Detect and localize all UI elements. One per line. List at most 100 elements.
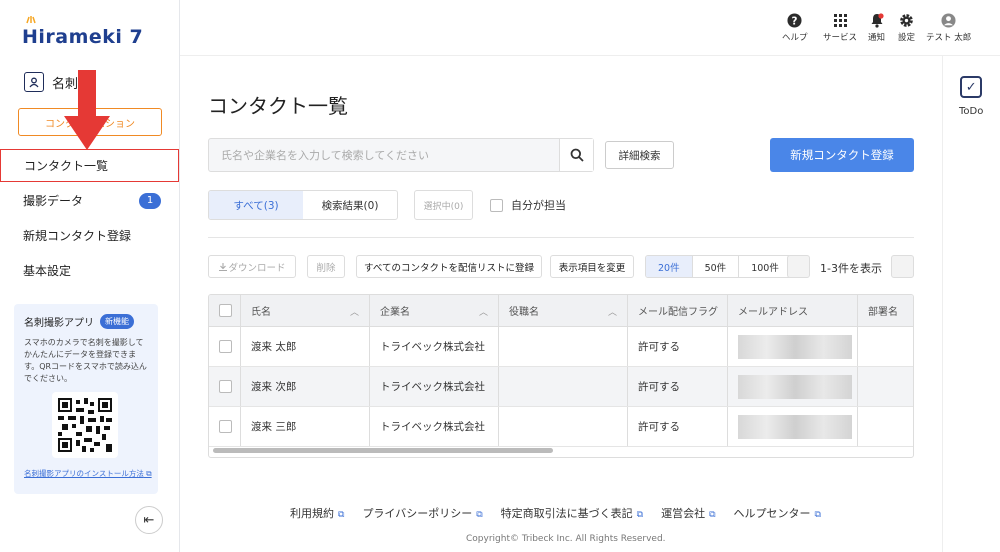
brand-logo[interactable]: Hirameki 7 — [22, 16, 143, 52]
app-promo-panel: 名刺撮影アプリ 新機能 スマホのカメラで名刺を撮影してかんたんにデータを登録でき… — [14, 304, 158, 494]
table-row[interactable]: 渡来 三郎 トライベック株式会社 許可する — [209, 407, 913, 447]
services-label: サービス — [823, 33, 858, 43]
external-link-icon: ⧉ — [709, 510, 716, 520]
external-link-icon: ⧉ — [476, 510, 483, 520]
cell-mail-flag: 許可する — [628, 367, 728, 406]
cell-department — [858, 367, 913, 406]
footer-link-privacy[interactable]: プライバシーポリシー ⧉ — [362, 505, 482, 521]
app-promo-description: スマホのカメラで名刺を撮影してかんたんにデータを登録できます。QRコードをスマホ… — [24, 338, 147, 383]
help-button[interactable]: ? ヘルプ — [782, 12, 808, 43]
cell-mail-flag: 許可する — [628, 327, 728, 366]
sidebar-item-contacts[interactable]: コンタクト一覧 — [0, 149, 179, 182]
footer-link-commerce-law[interactable]: 特定商取引法に基づく表記 ⧉ — [501, 505, 643, 521]
cell-email — [728, 367, 858, 406]
new-feature-badge: 新機能 — [100, 314, 134, 329]
change-columns-button[interactable]: 表示項目を変更 — [550, 255, 634, 278]
detail-search-button[interactable]: 詳細検索 — [605, 141, 674, 169]
column-header-email[interactable]: メールアドレス — [728, 295, 858, 326]
cell-email — [728, 407, 858, 446]
cell-name[interactable]: 渡来 三郎 — [241, 407, 370, 446]
collapse-sidebar-button[interactable]: ⇤ — [135, 506, 163, 534]
cell-title — [499, 367, 628, 406]
footer-link-help-center[interactable]: ヘルプセンター ⧉ — [734, 505, 821, 521]
blurred-email — [738, 374, 852, 399]
sidebar-item-scan-data[interactable]: 撮影データ 1 — [0, 184, 179, 217]
next-page-button[interactable] — [891, 255, 914, 278]
app-install-link[interactable]: 名刺撮影アプリのインストール方法 ⧉ — [24, 468, 152, 479]
row-checkbox[interactable] — [219, 380, 232, 393]
top-bar: ? ヘルプ サービス 通知 設定 テスト 太郎 — [180, 0, 1000, 56]
sort-icon: ︿ — [349, 308, 359, 318]
select-all-checkbox[interactable] — [219, 304, 232, 317]
footer-link-terms[interactable]: 利用規約 ⧉ — [290, 505, 344, 521]
sidebar-item-settings[interactable]: 基本設定 — [0, 254, 179, 287]
row-select-cell — [209, 407, 241, 446]
footer-link-company[interactable]: 運営会社 ⧉ — [661, 505, 715, 521]
column-header-mail-flag[interactable]: メール配信フラグ — [628, 295, 728, 326]
count-badge: 1 — [139, 192, 161, 209]
app-promo-header: 名刺撮影アプリ 新機能 — [24, 314, 148, 329]
tab-all[interactable]: すべて(3) — [209, 191, 303, 219]
page-size-20[interactable]: 20件 — [646, 256, 693, 277]
select-all-cell — [209, 295, 241, 326]
user-icon — [941, 12, 957, 28]
row-select-cell — [209, 367, 241, 406]
blurred-email — [738, 414, 852, 439]
prev-page-button[interactable] — [787, 255, 810, 278]
cell-department — [858, 327, 913, 366]
help-label: ヘルプ — [782, 33, 808, 43]
column-header-title[interactable]: 役職名 ︿ — [499, 295, 628, 326]
app-promo-title: 名刺撮影アプリ — [24, 318, 94, 329]
table-row[interactable]: 渡来 次郎 トライベック株式会社 許可する — [209, 367, 913, 407]
checkbox-icon: ✓ — [960, 76, 983, 98]
bell-icon — [869, 12, 885, 28]
notifications-button[interactable]: 通知 — [868, 12, 885, 43]
settings-label: 設定 — [898, 33, 916, 43]
table-header: 氏名 ︿ 企業名 ︿ 役職名 ︿ メール配信フラグ メールアドレス 部署名 — [209, 295, 913, 327]
cell-name[interactable]: 渡来 次郎 — [241, 367, 370, 406]
register-all-button[interactable]: すべてのコンタクトを配信リストに登録 — [356, 255, 542, 278]
page-size-50[interactable]: 50件 — [693, 256, 740, 277]
column-header-department[interactable]: 部署名 — [858, 295, 913, 326]
notifications-label: 通知 — [868, 33, 886, 43]
sidebar: Hirameki 7 名刺 コンタクト…ション コンタクト一覧 撮影データ 1 … — [0, 0, 180, 552]
divider — [208, 237, 914, 238]
user-menu-button[interactable]: テスト 太郎 — [926, 12, 971, 43]
new-contact-button[interactable]: 新規コンタクト登録 — [770, 138, 914, 172]
external-link-icon: ⧉ — [636, 510, 644, 520]
help-icon: ? — [787, 12, 803, 28]
tab-search-results[interactable]: 検索結果(0) — [303, 191, 397, 219]
contacts-table: 氏名 ︿ 企業名 ︿ 役職名 ︿ メール配信フラグ メールアドレス 部署名 渡来 太郎… — [208, 294, 914, 458]
delete-button[interactable]: 削除 — [307, 255, 345, 278]
page-size-selector: 20件 50件 100件 — [645, 255, 792, 278]
mine-filter[interactable]: 自分が担当 — [490, 197, 566, 213]
search-input[interactable] — [209, 139, 559, 171]
external-link-icon: ⧉ — [338, 510, 345, 520]
column-header-company[interactable]: 企業名 ︿ — [370, 295, 499, 326]
sidebar-item-new-contact[interactable]: 新規コンタクト登録 — [0, 219, 179, 252]
table-row[interactable]: 渡来 太郎 トライベック株式会社 許可する — [209, 327, 913, 367]
row-checkbox[interactable] — [219, 340, 232, 353]
todo-button[interactable]: ✓ ToDo — [959, 76, 983, 117]
selected-count-button[interactable]: 選択中(0) — [414, 190, 473, 220]
sidebar-item-label: 新規コンタクト登録 — [23, 229, 132, 243]
search-button[interactable] — [559, 139, 593, 171]
mine-checkbox[interactable] — [490, 198, 503, 212]
grid-icon — [832, 12, 848, 28]
cell-company: トライベック株式会社 — [370, 367, 499, 406]
result-range: 1-3件を表示 — [820, 262, 882, 275]
cell-name[interactable]: 渡来 太郎 — [241, 327, 370, 366]
row-checkbox[interactable] — [219, 420, 232, 433]
settings-button[interactable]: 設定 — [898, 12, 915, 43]
cell-title — [499, 327, 628, 366]
column-header-name[interactable]: 氏名 ︿ — [241, 295, 370, 326]
cell-mail-flag: 許可する — [628, 407, 728, 446]
horizontal-scrollbar[interactable] — [213, 448, 553, 453]
cell-title — [499, 407, 628, 446]
page-size-100[interactable]: 100件 — [739, 256, 791, 277]
sort-icon: ︿ — [607, 308, 617, 318]
sidebar-item-label: 撮影データ — [23, 194, 84, 208]
download-button[interactable]: ダウンロード — [208, 255, 296, 278]
sidebar-item-label: コンタクト一覧 — [24, 159, 109, 173]
services-button[interactable]: サービス — [823, 12, 857, 43]
